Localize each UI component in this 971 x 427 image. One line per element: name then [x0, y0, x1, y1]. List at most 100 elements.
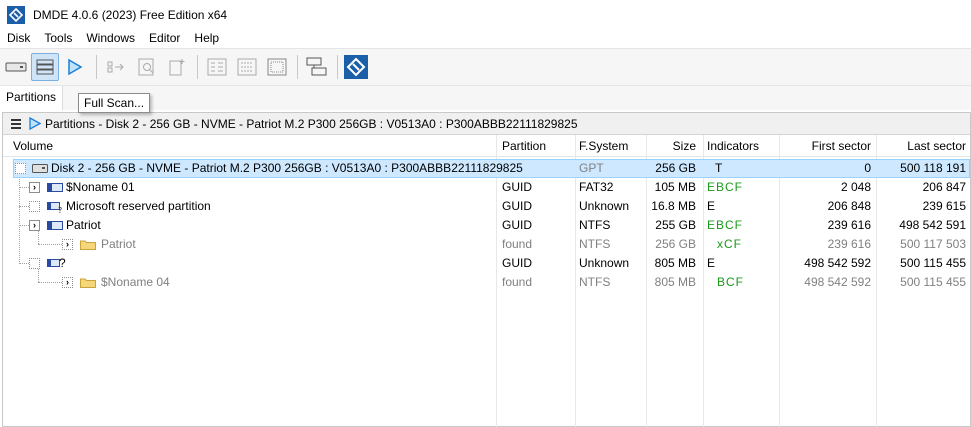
- cell-indicators: E: [707, 256, 716, 270]
- tab-partitions[interactable]: Partitions: [0, 86, 64, 110]
- cell-first-sector: 206 848: [827, 199, 871, 213]
- table-row[interactable]: ? Microsoft reserved partition GUID Unkn…: [3, 197, 970, 216]
- cell-first-sector: 239 616: [827, 237, 871, 251]
- cell-last-sector: 500 118 191: [900, 161, 966, 175]
- sector-map-button[interactable]: [263, 53, 291, 81]
- cell-size: 255 GB: [655, 218, 696, 232]
- row-checkbox[interactable]: [29, 258, 40, 269]
- menu-windows[interactable]: Windows: [79, 29, 142, 48]
- windows-icon: [306, 57, 327, 76]
- cell-fsystem: Unknown: [579, 256, 630, 270]
- cell-indicators: BCF: [717, 275, 744, 289]
- toolbar: [0, 48, 971, 86]
- cell-volume: Microsoft reserved partition: [66, 199, 211, 213]
- cell-partition: found: [502, 237, 533, 251]
- cell-fsystem: NTFS: [579, 218, 611, 232]
- grid-icon: [267, 58, 287, 76]
- cell-volume: ?: [59, 256, 66, 270]
- row-checkbox[interactable]: [15, 163, 26, 174]
- new-file-button[interactable]: [163, 53, 191, 81]
- cell-fsystem: NTFS: [579, 275, 611, 289]
- disk-select-button[interactable]: [2, 53, 30, 81]
- table-row[interactable]: › Patriot GUID NTFS 255 GB EBCF 239 616 …: [3, 216, 970, 235]
- windows-button[interactable]: [303, 53, 331, 81]
- folder-icon: [80, 278, 96, 288]
- cell-indicators: EBCF: [707, 218, 744, 232]
- volume-icon: [47, 221, 63, 230]
- col-volume[interactable]: Volume: [13, 135, 53, 157]
- cell-last-sector: 206 847: [922, 180, 966, 194]
- folder-icon: [80, 240, 96, 250]
- cell-volume: $Noname 04: [101, 275, 170, 289]
- cell-indicators: T: [715, 161, 723, 175]
- cell-first-sector: 498 542 592: [804, 256, 871, 270]
- partitions-panel: Partitions - Disk 2 - 256 GB - NVME - Pa…: [2, 112, 971, 427]
- cell-volume: Patriot: [66, 218, 101, 232]
- hex-view-button[interactable]: [203, 53, 231, 81]
- menu-icon[interactable]: [11, 117, 21, 131]
- table-row[interactable]: Disk 2 - 256 GB - NVME - Patriot M.2 P30…: [3, 159, 970, 178]
- expand-toggle[interactable]: ›: [29, 220, 40, 231]
- play-icon[interactable]: [29, 117, 41, 130]
- cell-partition: GUID: [502, 218, 532, 232]
- cell-volume: Disk 2 - 256 GB - NVME - Patriot M.2 P30…: [51, 161, 523, 175]
- arrow-blocks-icon: [107, 61, 124, 73]
- table-row[interactable]: › $Noname 04 found NTFS 805 MB BCF 498 5…: [3, 273, 970, 292]
- go-to-sector-button[interactable]: [103, 53, 131, 81]
- cell-size: 105 MB: [654, 180, 696, 194]
- cell-size: 256 GB: [655, 161, 696, 175]
- cell-fsystem: GPT: [579, 161, 604, 175]
- about-button[interactable]: [342, 53, 370, 81]
- partitions-view-icon: [36, 59, 54, 75]
- table-row[interactable]: › $Noname 01 GUID FAT32 105 MB EBCF 2 04…: [3, 178, 970, 197]
- disk-icon: [32, 164, 48, 173]
- menu-editor[interactable]: Editor: [142, 29, 187, 48]
- col-partition[interactable]: Partition: [502, 135, 546, 157]
- menu-disk[interactable]: Disk: [0, 29, 37, 48]
- col-fsystem[interactable]: F.System: [579, 135, 628, 157]
- partitions-view-button[interactable]: [31, 53, 59, 81]
- menu-bar: Disk Tools Windows Editor Help: [0, 29, 971, 48]
- col-last-sector[interactable]: Last sector: [876, 135, 966, 157]
- panel-header: Partitions - Disk 2 - 256 GB - NVME - Pa…: [3, 113, 970, 135]
- hex-grid-icon: [207, 58, 227, 76]
- cell-volume: Patriot: [101, 237, 136, 251]
- cell-first-sector: 0: [864, 161, 871, 175]
- col-first-sector[interactable]: First sector: [779, 135, 871, 157]
- dmde-logo-icon: [7, 5, 25, 24]
- cell-last-sector: 500 115 455: [900, 256, 966, 270]
- disk-icon: [5, 62, 27, 72]
- table-row[interactable]: ? GUID Unknown 805 MB E 498 542 592 500 …: [3, 254, 970, 273]
- expand-toggle[interactable]: ›: [62, 277, 73, 288]
- cell-fsystem: FAT32: [579, 180, 614, 194]
- volume-icon: [47, 183, 63, 192]
- col-indicators[interactable]: Indicators: [707, 135, 759, 157]
- menu-help[interactable]: Help: [187, 29, 226, 48]
- find-button[interactable]: [133, 53, 161, 81]
- tab-strip: Partitions Full Scan...: [0, 86, 971, 113]
- sparkle-file-icon: [169, 59, 185, 76]
- cell-partition: GUID: [502, 256, 532, 270]
- svg-text:?: ?: [58, 206, 62, 213]
- row-checkbox[interactable]: [29, 201, 40, 212]
- expand-toggle[interactable]: ›: [29, 182, 40, 193]
- cell-partition: found: [502, 275, 533, 289]
- open-volume-button[interactable]: [61, 53, 89, 81]
- col-size[interactable]: Size: [648, 135, 696, 157]
- list-view-button[interactable]: [233, 53, 261, 81]
- cell-size: 805 MB: [654, 275, 696, 289]
- cell-last-sector: 500 115 455: [900, 275, 966, 289]
- column-headers: Volume Partition F.System Size Indicator…: [3, 135, 970, 157]
- dmde-logo-icon: [344, 55, 368, 79]
- search-icon: [138, 58, 154, 76]
- title-bar: DMDE 4.0.6 (2023) Free Edition x64: [0, 0, 971, 29]
- cell-first-sector: 498 542 592: [804, 275, 871, 289]
- full-scan-tooltip: Full Scan...: [78, 93, 151, 113]
- cell-indicators: xCF: [717, 237, 742, 251]
- table-row[interactable]: › Patriot found NTFS 256 GB xCF 239 616 …: [3, 235, 970, 254]
- expand-toggle[interactable]: ›: [62, 239, 73, 250]
- cell-fsystem: Unknown: [579, 199, 630, 213]
- menu-tools[interactable]: Tools: [37, 29, 79, 48]
- cell-first-sector: 2 048: [840, 180, 871, 194]
- cell-indicators: E: [707, 199, 716, 213]
